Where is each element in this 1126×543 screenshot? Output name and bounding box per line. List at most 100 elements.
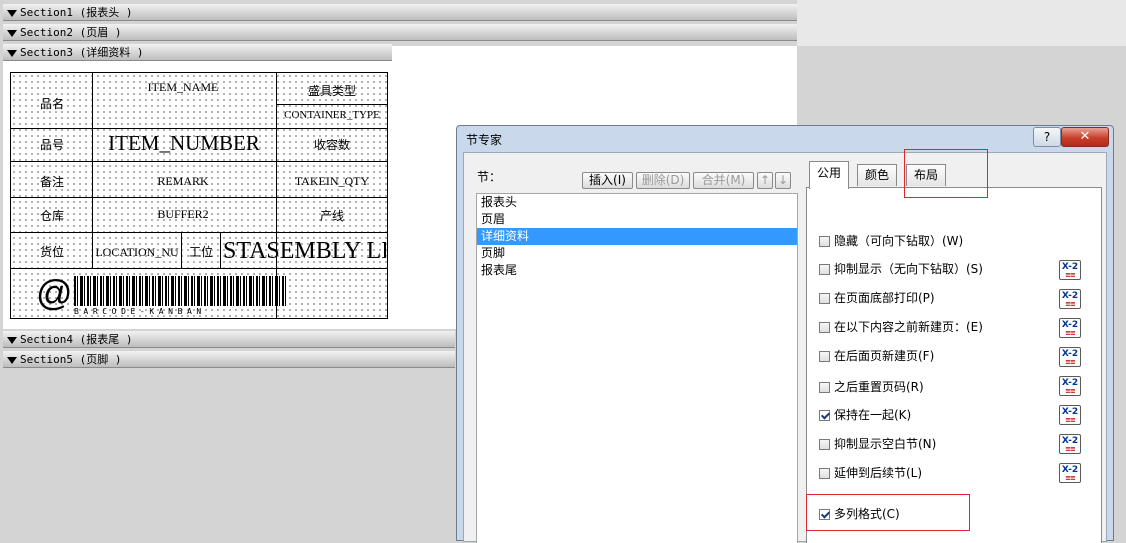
- option-label: 保持在一起(K): [834, 408, 912, 422]
- field-item-name[interactable]: ITEM_NAME: [95, 80, 271, 95]
- grid-line: [220, 232, 221, 268]
- dialog-title: 节专家: [466, 133, 503, 147]
- section-bar-2[interactable]: Section2 (页眉 ): [3, 24, 797, 41]
- field-container-type[interactable]: CONTAINER_TYPE: [278, 109, 386, 121]
- label-beizhu[interactable]: 备注: [14, 173, 90, 190]
- checkbox[interactable]: [819, 468, 830, 479]
- label-pinming[interactable]: 品名: [14, 95, 90, 112]
- top-strip: [797, 0, 1126, 46]
- field-remark[interactable]: REMARK: [95, 174, 271, 189]
- label-huowei[interactable]: 货位: [14, 243, 90, 260]
- merge-button[interactable]: 合并(M): [693, 172, 754, 189]
- checkbox[interactable]: [819, 322, 830, 333]
- grid-line: [10, 232, 388, 233]
- grid-line: [276, 104, 388, 105]
- label-gongwei[interactable]: 工位: [183, 243, 219, 260]
- checkbox[interactable]: [819, 293, 830, 304]
- highlight-multi-column: [806, 494, 970, 531]
- label-chengju[interactable]: 盛具类型: [278, 82, 386, 99]
- formula-button-icon[interactable]: X-2 ≡≡: [1059, 463, 1081, 483]
- list-item[interactable]: 页脚: [477, 245, 797, 262]
- option-label: 隐藏（可向下钻取）(W): [834, 234, 964, 248]
- option-label: 延伸到后续节(L): [834, 466, 923, 480]
- formula-button-icon[interactable]: X-2 ≡≡: [1059, 405, 1081, 425]
- section-bar-4[interactable]: Section4 (报表尾 ): [3, 331, 455, 348]
- option-new-page-before[interactable]: 在以下内容之前新建页：(E): [819, 318, 983, 336]
- option-reset-page[interactable]: 之后重置页码(R): [819, 378, 924, 396]
- label-pinhao[interactable]: 品号: [14, 136, 90, 153]
- checkbox[interactable]: [819, 382, 830, 393]
- formula-button-icon[interactable]: X-2 ≡≡: [1059, 376, 1081, 396]
- move-down-button[interactable]: ↓: [775, 172, 791, 189]
- checkbox-checked[interactable]: [819, 410, 830, 421]
- formula-button-icon[interactable]: X-2 ≡≡: [1059, 318, 1081, 338]
- barcode-text: BARCODE-KANBAN: [74, 307, 206, 316]
- sections-label: 节：: [477, 170, 502, 184]
- section-bar-5[interactable]: Section5 (页脚 ): [3, 351, 455, 368]
- tab-panel: 公用 颜色 布局 隐藏（可向下钻取）(W) 抑制显示（无向下钻取）(S) X-2…: [806, 161, 1102, 543]
- list-item-selected[interactable]: 详细资料: [477, 228, 797, 245]
- collapse-triangle-icon[interactable]: [7, 29, 17, 37]
- grid-line: [181, 232, 182, 268]
- option-keep-together[interactable]: 保持在一起(K): [819, 406, 911, 424]
- field-buffer2[interactable]: BUFFER2: [95, 207, 271, 222]
- option-new-page-after[interactable]: 在后面页新建页(F): [819, 347, 934, 365]
- formula-button-icon[interactable]: X-2 ≡≡: [1059, 289, 1081, 309]
- checkbox[interactable]: [819, 236, 830, 247]
- grid-line: [10, 197, 388, 198]
- grid-line: [92, 72, 93, 268]
- collapse-triangle-icon[interactable]: [7, 336, 17, 344]
- delete-button[interactable]: 删除(D): [636, 172, 690, 189]
- option-label: 抑制显示（无向下钻取）(S): [834, 262, 983, 276]
- checkbox[interactable]: [819, 351, 830, 362]
- label-chanxian[interactable]: 产线: [278, 207, 386, 224]
- section-bar-1[interactable]: Section1 (报表头 ): [3, 4, 797, 21]
- formula-button-icon[interactable]: X-2 ≡≡: [1059, 260, 1081, 280]
- grid-line: [10, 268, 388, 269]
- highlight-layout-tab: [904, 149, 988, 198]
- option-suppress[interactable]: 抑制显示（无向下钻取）(S): [819, 260, 983, 278]
- option-label: 之后重置页码(R): [834, 380, 924, 394]
- section-bar-label: Section1 (报表头 ): [20, 6, 133, 19]
- help-button[interactable]: ?: [1033, 127, 1061, 147]
- checkbox[interactable]: [819, 439, 830, 450]
- section-bar-label: Section2 (页眉 ): [20, 26, 122, 39]
- option-label: 在以下内容之前新建页：(E): [834, 320, 983, 334]
- grid-line: [10, 128, 388, 129]
- tab-color[interactable]: 颜色: [857, 164, 898, 186]
- section-bar-label: Section3 (详细资料 ): [20, 46, 144, 59]
- section-bar-3[interactable]: Section3 (详细资料 ): [3, 44, 392, 61]
- option-label: 抑制显示空白节(N): [834, 437, 937, 451]
- close-button[interactable]: ✕: [1061, 127, 1109, 147]
- list-item[interactable]: 页眉: [477, 211, 797, 228]
- dialog-body: 节： 插入(I) 删除(D) 合并(M) ↑ ↓ 报表头 页眉 详细资料 页脚 …: [463, 152, 1107, 543]
- list-item[interactable]: 报表头: [477, 194, 797, 211]
- list-item[interactable]: 报表尾: [477, 262, 797, 279]
- label-shourong[interactable]: 收容数: [278, 136, 386, 153]
- field-assembly-line[interactable]: STASEMBLY LI: [223, 238, 386, 265]
- field-item-number[interactable]: ITEM_NUMBER: [95, 131, 273, 156]
- collapse-triangle-icon[interactable]: [7, 49, 17, 57]
- option-extend[interactable]: 延伸到后续节(L): [819, 464, 922, 482]
- option-suppress-blank[interactable]: 抑制显示空白节(N): [819, 435, 936, 453]
- label-cangku[interactable]: 仓库: [14, 207, 90, 224]
- option-label: 在后面页新建页(F): [834, 349, 935, 363]
- section-bar-label: Section4 (报表尾 ): [20, 333, 133, 346]
- sections-list[interactable]: 报表头 页眉 详细资料 页脚 报表尾: [476, 193, 798, 543]
- field-location[interactable]: LOCATION_NU: [95, 245, 179, 260]
- option-hide[interactable]: 隐藏（可向下钻取）(W): [819, 232, 963, 250]
- tab-common[interactable]: 公用: [809, 161, 850, 189]
- formula-button-icon[interactable]: X-2 ≡≡: [1059, 347, 1081, 367]
- section-expert-dialog: 节专家 ? ✕ 节： 插入(I) 删除(D) 合并(M) ↑ ↓ 报表头 页眉 …: [456, 125, 1114, 543]
- field-takein-qty[interactable]: TAKEIN_QTY: [278, 174, 386, 189]
- checkbox[interactable]: [819, 264, 830, 275]
- formula-button-icon[interactable]: X-2 ≡≡: [1059, 434, 1081, 454]
- collapse-triangle-icon[interactable]: [7, 356, 17, 364]
- option-print-bottom[interactable]: 在页面底部打印(P): [819, 289, 935, 307]
- collapse-triangle-icon[interactable]: [7, 9, 17, 17]
- move-up-button[interactable]: ↑: [757, 172, 773, 189]
- barcode-bars: [74, 276, 286, 306]
- grid-line: [10, 161, 388, 162]
- option-label: 在页面底部打印(P): [834, 291, 935, 305]
- insert-button[interactable]: 插入(I): [582, 172, 633, 189]
